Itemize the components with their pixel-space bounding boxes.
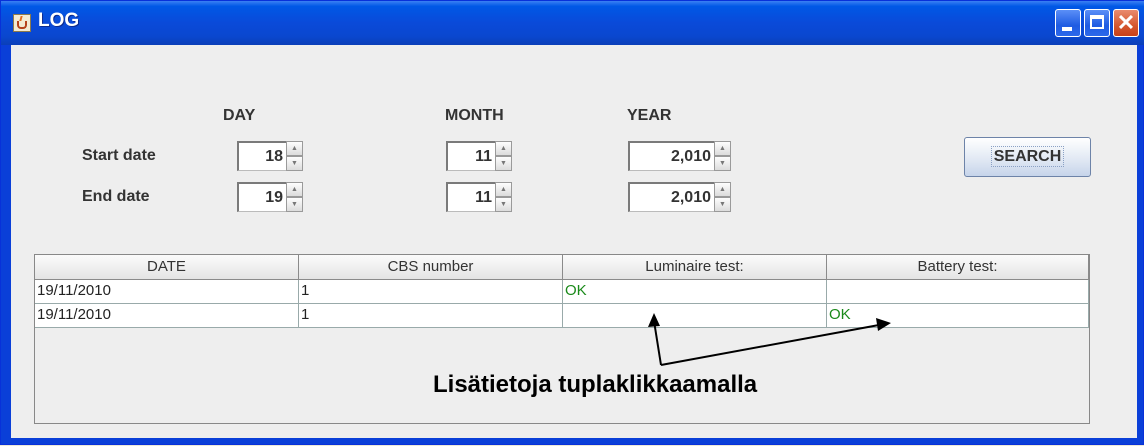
end-year-field[interactable]: 2,010 xyxy=(628,182,714,212)
end-month-field[interactable]: 11 xyxy=(446,182,495,212)
decrement-icon[interactable]: ▼ xyxy=(286,156,303,171)
minimize-button[interactable] xyxy=(1055,9,1081,37)
close-button[interactable]: ✕ xyxy=(1113,9,1139,37)
day-header: DAY xyxy=(223,107,256,124)
cell-battery-test[interactable] xyxy=(827,280,1089,304)
column-header-date[interactable]: DATE xyxy=(35,255,299,280)
search-button[interactable]: SEARCH xyxy=(964,137,1091,177)
log-window: LOG ✕ DAY MONTH YEAR Start date End date… xyxy=(0,0,1144,445)
start-day-spinner[interactable]: 18 ▲ ▼ xyxy=(237,141,303,171)
start-year-field[interactable]: 2,010 xyxy=(628,141,714,171)
cell-battery-test[interactable]: OK xyxy=(827,304,1089,328)
year-header: YEAR xyxy=(627,107,672,124)
search-button-label: SEARCH xyxy=(990,146,1065,167)
column-header-battery-test[interactable]: Battery test: xyxy=(827,255,1089,280)
increment-icon[interactable]: ▲ xyxy=(714,141,731,156)
end-day-field[interactable]: 19 xyxy=(237,182,286,212)
table-body: 19/11/2010 1 OK 19/11/2010 1 OK xyxy=(35,280,1089,328)
decrement-icon[interactable]: ▼ xyxy=(714,156,731,171)
decrement-icon[interactable]: ▼ xyxy=(286,197,303,212)
cell-cbs-number[interactable]: 1 xyxy=(299,304,563,328)
start-month-spinner[interactable]: 11 ▲ ▼ xyxy=(446,141,512,171)
maximize-button[interactable] xyxy=(1084,9,1110,37)
end-year-spinner[interactable]: 2,010 ▲ ▼ xyxy=(628,182,731,212)
cell-date[interactable]: 19/11/2010 xyxy=(35,304,299,328)
decrement-icon[interactable]: ▼ xyxy=(714,197,731,212)
table-row[interactable]: 19/11/2010 1 OK xyxy=(35,280,1089,304)
column-header-luminaire-test[interactable]: Luminaire test: xyxy=(563,255,827,280)
cell-luminaire-test[interactable]: OK xyxy=(563,280,827,304)
close-icon: ✕ xyxy=(1116,10,1136,35)
java-cup-icon xyxy=(13,14,31,32)
increment-icon[interactable]: ▲ xyxy=(495,182,512,197)
start-month-field[interactable]: 11 xyxy=(446,141,495,171)
increment-icon[interactable]: ▲ xyxy=(714,182,731,197)
minimize-icon xyxy=(1062,27,1072,31)
decrement-icon[interactable]: ▼ xyxy=(495,197,512,212)
cell-date[interactable]: 19/11/2010 xyxy=(35,280,299,304)
window-title: LOG xyxy=(38,10,80,31)
annotation-text: Lisätietoja tuplaklikkaamalla xyxy=(433,371,758,398)
end-month-spinner[interactable]: 11 ▲ ▼ xyxy=(446,182,512,212)
month-header: MONTH xyxy=(445,107,504,124)
end-date-label: End date xyxy=(82,188,150,205)
increment-icon[interactable]: ▲ xyxy=(286,141,303,156)
cell-cbs-number[interactable]: 1 xyxy=(299,280,563,304)
table-header: DATE CBS number Luminaire test: Battery … xyxy=(35,255,1089,280)
start-date-label: Start date xyxy=(82,147,156,164)
cell-luminaire-test[interactable] xyxy=(563,304,827,328)
increment-icon[interactable]: ▲ xyxy=(495,141,512,156)
start-day-field[interactable]: 18 xyxy=(237,141,286,171)
title-bar[interactable]: LOG ✕ xyxy=(1,1,1144,45)
column-header-cbs-number[interactable]: CBS number xyxy=(299,255,563,280)
increment-icon[interactable]: ▲ xyxy=(286,182,303,197)
table-row[interactable]: 19/11/2010 1 OK xyxy=(35,304,1089,328)
start-year-spinner[interactable]: 2,010 ▲ ▼ xyxy=(628,141,731,171)
maximize-icon xyxy=(1090,15,1104,29)
decrement-icon[interactable]: ▼ xyxy=(495,156,512,171)
end-day-spinner[interactable]: 19 ▲ ▼ xyxy=(237,182,303,212)
